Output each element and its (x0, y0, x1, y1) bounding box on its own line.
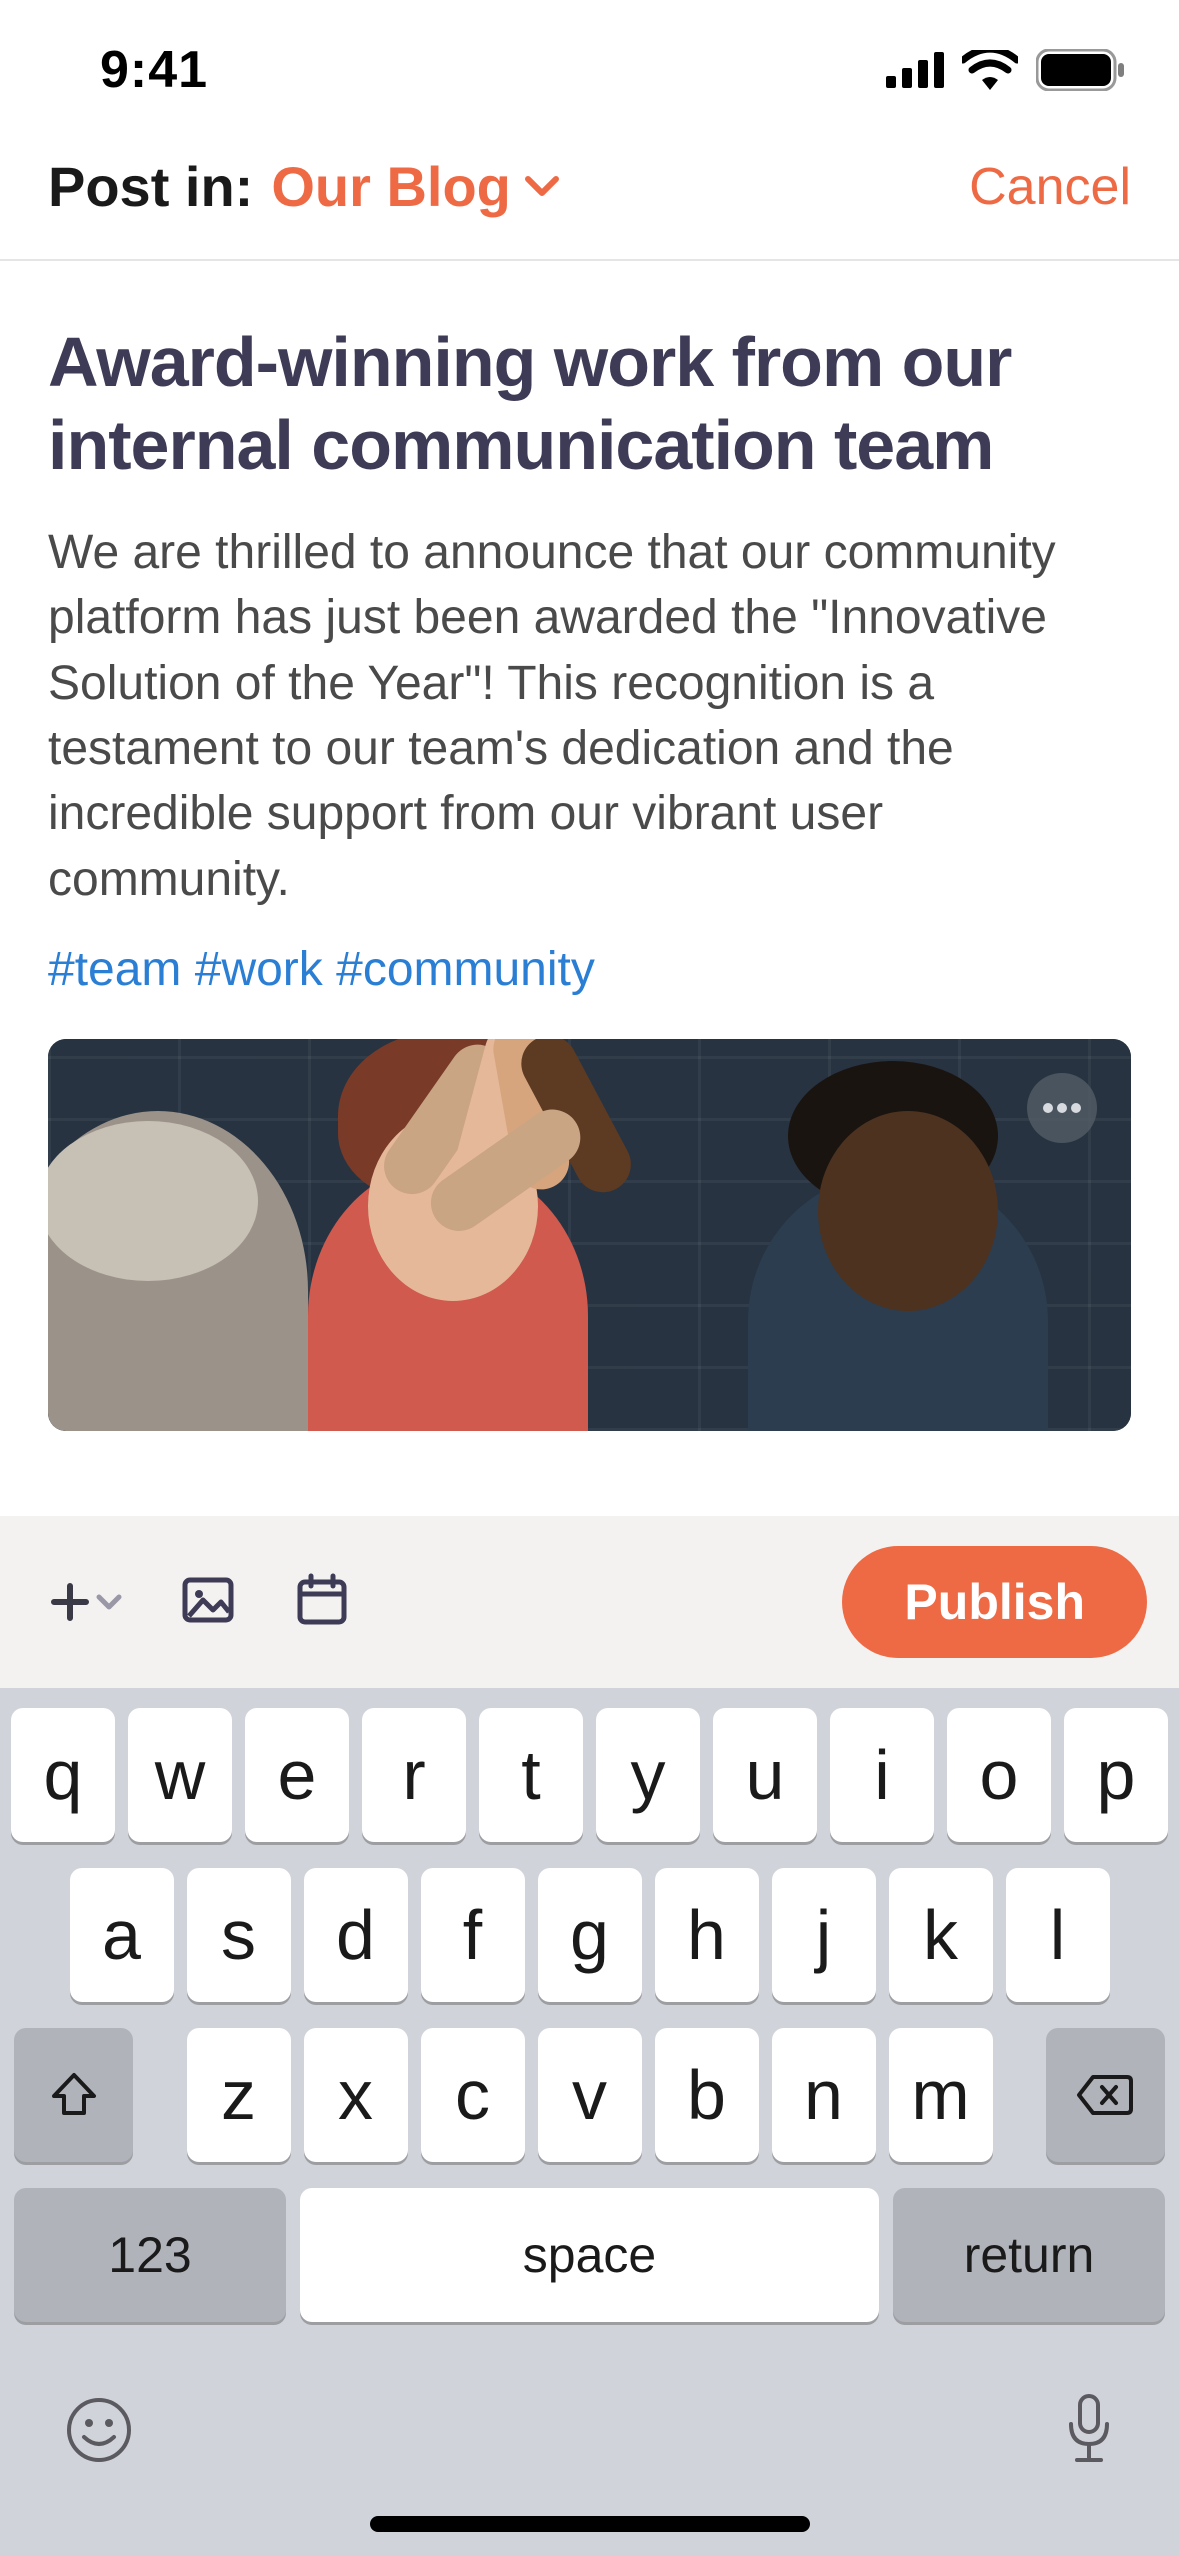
home-indicator[interactable] (370, 2516, 810, 2532)
emoji-button[interactable] (64, 2395, 134, 2470)
compose-header: Post in: Our Blog Cancel (0, 140, 1179, 261)
key-s[interactable]: s (187, 1868, 291, 2002)
return-key[interactable]: return (893, 2188, 1165, 2322)
key-n[interactable]: n (772, 2028, 876, 2162)
add-image-button[interactable] (180, 1572, 236, 1633)
cellular-icon (886, 52, 944, 88)
post-body[interactable]: We are thrilled to announce that our com… (48, 520, 1131, 912)
post-content: Award-winning work from our internal com… (0, 261, 1179, 1431)
key-r[interactable]: r (362, 1708, 466, 1842)
key-k[interactable]: k (889, 1868, 993, 2002)
keyboard-bottom (10, 2348, 1169, 2473)
key-d[interactable]: d (304, 1868, 408, 2002)
shift-key[interactable] (14, 2028, 133, 2162)
key-j[interactable]: j (772, 1868, 876, 2002)
key-m[interactable]: m (889, 2028, 993, 2162)
numbers-key[interactable]: 123 (14, 2188, 286, 2322)
cancel-button[interactable]: Cancel (969, 157, 1131, 217)
publish-button[interactable]: Publish (842, 1546, 1147, 1658)
key-x[interactable]: x (304, 2028, 408, 2162)
add-date-button[interactable] (294, 1572, 350, 1633)
status-bar: 9:41 (0, 0, 1179, 140)
plus-icon (50, 1582, 90, 1622)
wifi-icon (962, 50, 1018, 90)
shift-icon (49, 2070, 99, 2120)
chevron-down-icon (96, 1593, 122, 1611)
compose-toolbar: Publish (0, 1516, 1179, 1688)
keyboard-row-3: zxcvbnm (10, 2028, 1169, 2162)
keyboard-row-2: asdfghjkl (10, 1868, 1169, 2002)
header-left: Post in: Our Blog (48, 154, 559, 219)
microphone-icon (1063, 2392, 1115, 2468)
key-w[interactable]: w (128, 1708, 232, 1842)
key-o[interactable]: o (947, 1708, 1051, 1842)
status-time: 9:41 (100, 40, 208, 100)
post-in-label: Post in: (48, 154, 253, 219)
key-b[interactable]: b (655, 2028, 759, 2162)
key-z[interactable]: z (187, 2028, 291, 2162)
key-q[interactable]: q (11, 1708, 115, 1842)
calendar-icon (294, 1572, 350, 1628)
key-u[interactable]: u (713, 1708, 817, 1842)
key-v[interactable]: v (538, 2028, 642, 2162)
status-icons (886, 49, 1124, 91)
key-f[interactable]: f (421, 1868, 525, 2002)
key-t[interactable]: t (479, 1708, 583, 1842)
key-i[interactable]: i (830, 1708, 934, 1842)
keyboard: qwertyuiop asdfghjkl zxcvbnm 123 space r… (0, 1688, 1179, 2556)
key-c[interactable]: c (421, 2028, 525, 2162)
more-icon (1043, 1103, 1081, 1113)
emoji-icon (64, 2395, 134, 2465)
key-l[interactable]: l (1006, 1868, 1110, 2002)
key-g[interactable]: g (538, 1868, 642, 2002)
key-p[interactable]: p (1064, 1708, 1168, 1842)
chevron-down-icon (525, 176, 559, 198)
keyboard-row-1: qwertyuiop (10, 1708, 1169, 1842)
image-options-button[interactable] (1027, 1073, 1097, 1143)
battery-icon (1036, 49, 1124, 91)
image-icon (180, 1572, 236, 1628)
key-h[interactable]: h (655, 1868, 759, 2002)
backspace-key[interactable] (1046, 2028, 1165, 2162)
backspace-icon (1075, 2073, 1135, 2117)
post-title[interactable]: Award-winning work from our internal com… (48, 321, 1131, 486)
post-tags[interactable]: #team #work #community (48, 942, 1131, 997)
add-menu-button[interactable] (50, 1582, 122, 1622)
keyboard-row-4: 123 space return (10, 2188, 1169, 2322)
key-e[interactable]: e (245, 1708, 349, 1842)
key-y[interactable]: y (596, 1708, 700, 1842)
post-image[interactable] (48, 1039, 1131, 1431)
blog-selector[interactable]: Our Blog (271, 154, 559, 219)
space-key[interactable]: space (300, 2188, 879, 2322)
blog-name: Our Blog (271, 154, 511, 219)
dictation-button[interactable] (1063, 2392, 1115, 2473)
key-a[interactable]: a (70, 1868, 174, 2002)
